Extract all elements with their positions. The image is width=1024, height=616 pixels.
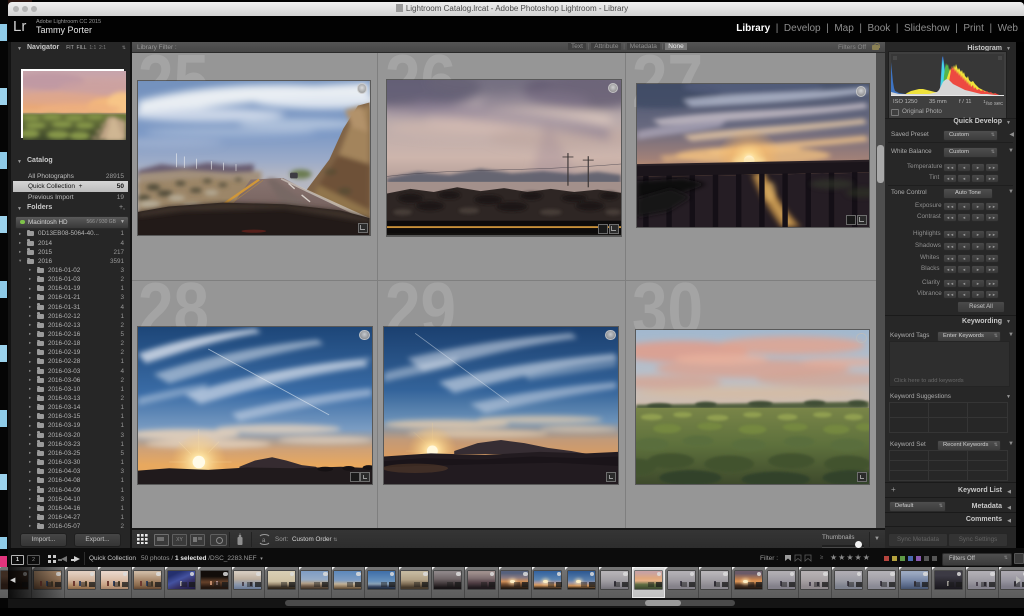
svg-text:a: a — [262, 538, 266, 544]
